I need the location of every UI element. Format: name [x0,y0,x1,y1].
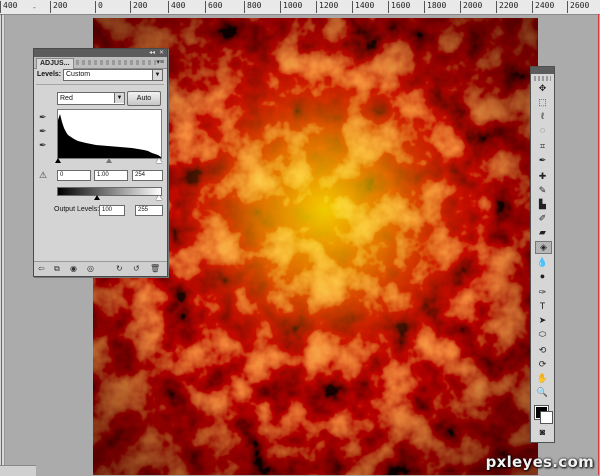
horizontal-ruler[interactable]: 400 - 200 0 200 400 600 800 1000 1200 14… [0,0,600,15]
input-black-field[interactable]: 0 [57,170,91,181]
background-color-swatch[interactable] [540,411,553,424]
black-input-slider-handle[interactable] [55,158,61,163]
quick-selection-tool-icon[interactable]: ◌ [535,125,550,136]
expanded-view-icon[interactable]: ⧉ [54,264,60,274]
divider [36,84,164,85]
ruler-tick-dash: - [32,3,37,12]
clone-stamp-tool-icon[interactable]: ▙ [535,199,550,210]
ruler-tick: 400 [168,1,185,13]
channel-select[interactable]: Red ▼ [57,92,125,105]
delete-icon[interactable]: 🗑 [150,264,160,274]
chevron-down-icon: ▼ [152,70,162,80]
pen-tool-icon[interactable]: ✑ [535,287,550,298]
eyedropper-tool-icon[interactable]: ✒ [535,155,550,166]
white-input-slider-handle[interactable] [156,158,162,163]
panel-tab-bar: ADJUS... ▾≡ [34,57,167,69]
ruler-tick: 1200 [316,1,338,13]
tools-grip[interactable] [534,76,551,81]
ruler-tick: 2600 [567,1,589,13]
channel-value: Red [60,95,73,102]
tab-adjustments[interactable]: ADJUS... [36,58,74,69]
path-selection-tool-icon[interactable]: ➤ [535,315,550,326]
window-border-left [1,14,2,475]
ruler-tick: 1000 [280,1,302,13]
3d-rotate-tool-icon[interactable]: ⟲ [535,345,550,356]
input-gamma-field[interactable]: 1.00 [94,170,128,181]
ruler-tick: 400 [0,1,17,13]
output-black-slider-handle[interactable] [94,195,100,200]
quick-mask-icon[interactable]: ◙ [535,427,550,438]
panel-menu-icon[interactable]: ▾≡ [156,58,164,66]
ruler-tick: 200 [130,1,147,13]
ruler-tick: 1600 [388,1,410,13]
ruler-tick: 0 [95,1,103,13]
zoom-tool-icon[interactable]: 🔍 [535,387,550,398]
output-white-slider-handle[interactable] [156,195,162,200]
tools-titlebar[interactable] [531,67,554,74]
input-white-field[interactable]: 254 [132,170,163,181]
history-brush-tool-icon[interactable]: ✐ [535,213,550,224]
brush-tool-icon[interactable]: ✎ [535,185,550,196]
ruler-tick: 1800 [424,1,446,13]
return-to-list-icon[interactable]: ⇦ [38,264,45,274]
ruler-tick: 2400 [532,1,554,13]
histogram-graph [58,114,161,158]
ellipse-tool-icon[interactable]: ⬭ [535,329,550,340]
dodge-tool-icon[interactable]: ● [535,271,550,282]
ruler-tick: 2200 [496,1,518,13]
output-levels-label: Output Levels: [54,206,100,213]
levels-preset-label: Levels: [37,71,62,78]
move-tool-icon[interactable]: ✥ [535,83,550,94]
watermark: pxleyes.com [485,453,594,471]
window-border-right [598,14,599,475]
auto-button[interactable]: Auto [127,91,161,106]
adjustments-panel: ◂◂ ✕ ADJUS... ▾≡ Levels: Custom ▼ Red ▼ … [33,48,168,277]
lasso-tool-icon[interactable]: ℓ [535,111,550,122]
preset-value: Custom [66,71,91,78]
gray-point-eyedropper-icon[interactable]: ✒ [39,126,49,136]
clip-to-layer-icon[interactable]: ◉ [70,264,77,274]
levels-preset-select[interactable]: Custom ▼ [63,69,163,81]
panel-footer: ⇦ ⧉ ◉ ◎ ↻ ↺ 🗑 [34,261,167,276]
spot-healing-brush-tool-icon[interactable]: ✚ [535,171,550,182]
collapsed-tabs-strip[interactable] [76,60,156,65]
view-previous-icon[interactable]: ↻ [116,264,123,274]
reset-icon[interactable]: ↺ [133,264,140,274]
marquee-tool-icon[interactable]: ⬚ [535,97,550,108]
histogram [57,109,162,159]
hand-tool-icon[interactable]: ✋ [535,373,550,384]
calculate-histogram-icon[interactable]: ⚠ [39,170,47,181]
output-black-field[interactable]: 100 [99,205,125,216]
status-bar-zoom[interactable] [0,465,36,476]
visibility-icon[interactable]: ◎ [87,264,94,274]
close-icon[interactable]: ✕ [159,49,164,57]
chevron-down-icon: ▼ [114,93,124,103]
input-levels-slider[interactable] [55,158,162,164]
tools-panel: ✥ ⬚ ℓ ◌ ⌗ ✒ ✚ ✎ ▙ ✐ ▰ ◈ 💧 ● ✑ T ➤ ⬭ ⟲ ⟳ … [530,66,555,443]
ruler-tick: 1400 [352,1,374,13]
ruler-tick: 600 [205,1,222,13]
eraser-tool-icon[interactable]: ▰ [535,227,550,238]
ruler-tick: 200 [50,1,67,13]
panel-titlebar[interactable]: ◂◂ ✕ [34,49,167,57]
collapse-icon[interactable]: ◂◂ [149,49,155,57]
ruler-tick: 2000 [460,1,482,13]
paint-bucket-tool-icon[interactable]: ◈ [535,241,552,254]
black-point-eyedropper-icon[interactable]: ✒ [39,112,49,122]
blur-tool-icon[interactable]: 💧 [535,257,550,268]
ruler-tick: 800 [244,1,261,13]
3d-orbit-tool-icon[interactable]: ⟳ [535,359,550,370]
white-point-eyedropper-icon[interactable]: ✒ [39,140,49,150]
crop-tool-icon[interactable]: ⌗ [535,141,550,152]
output-levels-slider[interactable] [57,195,162,201]
gamma-slider-handle[interactable] [106,158,112,163]
type-tool-icon[interactable]: T [535,301,550,312]
output-white-field[interactable]: 255 [135,205,163,216]
